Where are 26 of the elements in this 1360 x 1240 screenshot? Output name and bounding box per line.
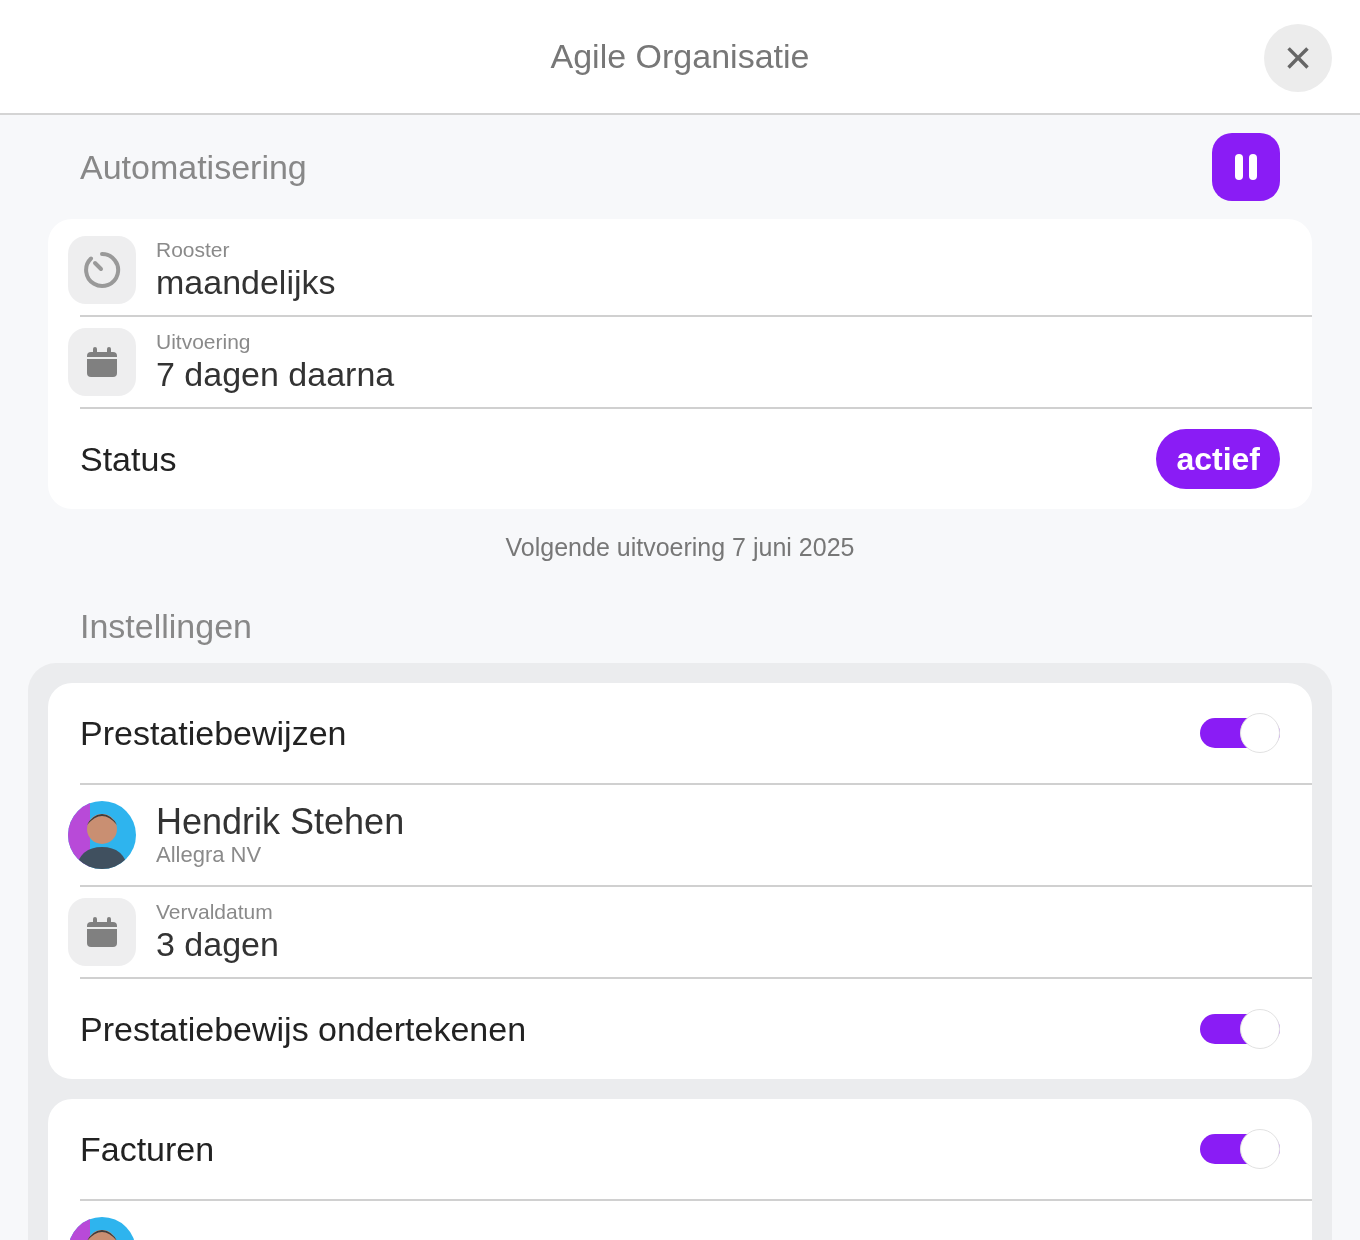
status-badge: actief — [1156, 429, 1280, 489]
person-name: Hendrik Stehen — [156, 802, 405, 842]
field-value: maandelijks — [156, 262, 336, 302]
setting-label: Prestatiebewijs ondertekenen — [80, 1008, 527, 1050]
pause-button[interactable] — [1212, 133, 1280, 201]
calendar-icon — [85, 915, 119, 949]
next-run-text: Volgende uitvoering 7 juni 2025 — [505, 532, 855, 561]
pause-icon — [1233, 153, 1259, 181]
window-title: Agile Organisatie — [550, 36, 810, 77]
toggle-switch[interactable] — [1200, 1129, 1280, 1169]
toggle-switch[interactable] — [1200, 713, 1280, 753]
status-label: Status — [80, 438, 177, 480]
toggle-switch[interactable] — [1200, 1009, 1280, 1049]
field-label: Vervaldatum — [156, 900, 274, 924]
calendar-icon — [85, 345, 119, 379]
section-heading: Instellingen — [80, 605, 252, 647]
field-label: Uitvoering — [156, 330, 252, 354]
company-name: Allegra NV — [156, 842, 263, 868]
field-value: 3 dagen — [156, 924, 279, 964]
field-label: Rooster — [156, 238, 231, 262]
close-button[interactable]: × — [1264, 24, 1332, 92]
setting-label: Prestatiebewijzen — [80, 712, 347, 754]
setting-label: Facturen — [80, 1128, 215, 1170]
timer-icon — [83, 251, 121, 289]
section-heading: Automatisering — [80, 146, 307, 188]
field-value: 7 dagen daarna — [156, 354, 395, 394]
